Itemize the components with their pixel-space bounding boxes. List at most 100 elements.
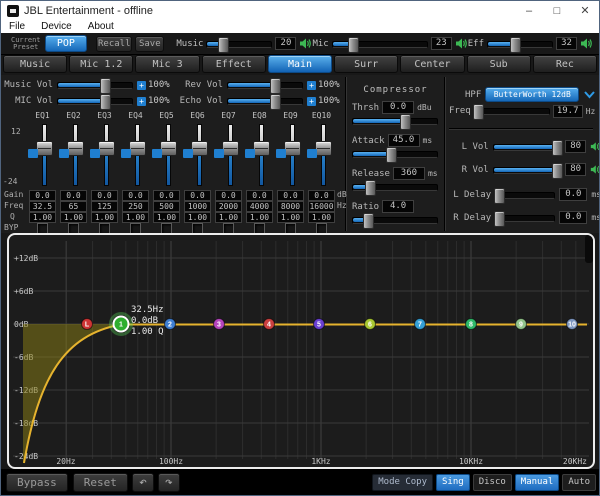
save-button[interactable]: Save (135, 36, 164, 52)
minimize-button[interactable]: – (515, 1, 543, 20)
eq-peak-button[interactable] (28, 149, 38, 158)
eq-freq-value[interactable]: 125 (91, 201, 118, 212)
slider-handle[interactable] (348, 37, 359, 53)
param-value[interactable]: 0.0 (382, 101, 414, 114)
eq-peak-button[interactable] (152, 149, 162, 158)
eq-peak-button[interactable] (121, 149, 131, 158)
output-delay-slider[interactable] (495, 211, 555, 225)
eq-peak-button[interactable] (245, 149, 255, 158)
menu-item[interactable]: File (1, 21, 33, 32)
menu-item[interactable]: About (80, 21, 122, 32)
mode-button[interactable]: Mode Copy (372, 474, 433, 491)
eq-point-7[interactable]: 7 (415, 319, 426, 330)
eq-q-value[interactable]: 1.00 (29, 212, 56, 223)
param-slider[interactable] (352, 213, 438, 227)
slider-handle[interactable] (270, 94, 281, 110)
eq-band-slider-handle[interactable] (222, 141, 239, 156)
eq-freq-value[interactable]: 8000 (277, 201, 304, 212)
eq-band-slider-handle[interactable] (253, 141, 270, 156)
volume-slider[interactable] (57, 94, 133, 108)
eq-band-slider-handle[interactable] (36, 141, 53, 156)
eq-band-slider-handle[interactable] (191, 141, 208, 156)
eq-point-3[interactable]: 3 (214, 319, 225, 330)
undo-icon[interactable]: ↶ (132, 473, 154, 492)
param-value[interactable]: 360 (393, 167, 425, 180)
eq-q-value[interactable]: 1.00 (184, 212, 211, 223)
tab[interactable]: Mic 1.2 (69, 55, 133, 73)
eq-point-2[interactable]: 2 (165, 319, 176, 330)
eq-peak-button[interactable] (183, 149, 193, 158)
slider-handle[interactable] (363, 213, 374, 229)
eq-q-value[interactable]: 1.00 (153, 212, 180, 223)
plus-icon[interactable] (307, 81, 316, 90)
chevron-down-icon[interactable] (584, 91, 595, 99)
eq-freq-value[interactable]: 2000 (215, 201, 242, 212)
slider-handle[interactable] (473, 104, 484, 120)
eq-point-8[interactable]: 8 (466, 319, 477, 330)
tab[interactable]: Surr (334, 55, 398, 73)
speaker-icon[interactable] (455, 38, 468, 49)
speaker-icon[interactable] (580, 38, 593, 49)
eq-gain-value[interactable]: 0.0 (215, 190, 242, 201)
eq-gain-value[interactable]: 0.0 (153, 190, 180, 201)
slider-handle[interactable] (100, 94, 111, 110)
menu-item[interactable]: Device (33, 21, 80, 32)
slider-handle[interactable] (552, 140, 563, 156)
master-slider[interactable] (332, 37, 428, 51)
recall-button[interactable]: Recall (96, 36, 132, 52)
eq-q-value[interactable]: 1.00 (91, 212, 118, 223)
eq-point-10[interactable]: 10 (567, 319, 578, 330)
hpf-freq-value[interactable]: 19.7 (553, 105, 583, 118)
eq-peak-button[interactable] (214, 149, 224, 158)
param-value[interactable]: 4.0 (382, 200, 414, 213)
mode-button[interactable]: Disco (473, 474, 512, 491)
param-slider[interactable] (352, 147, 438, 161)
maximize-button[interactable]: □ (543, 1, 571, 20)
slider-handle[interactable] (270, 78, 281, 94)
volume-slider[interactable] (57, 78, 133, 92)
tab[interactable]: Effect (202, 55, 266, 73)
output-delay-value[interactable]: 0.0 (559, 211, 587, 224)
slider-handle[interactable] (100, 78, 111, 94)
close-button[interactable]: ✕ (571, 1, 599, 20)
eq-gain-value[interactable]: 0.0 (308, 190, 335, 201)
slider-handle[interactable] (218, 37, 229, 53)
eq-freq-value[interactable]: 500 (153, 201, 180, 212)
param-value[interactable]: 45.0 (388, 134, 420, 147)
eq-band-slider-handle[interactable] (160, 141, 177, 156)
hpf-freq-slider[interactable] (474, 104, 550, 118)
eq-point-9[interactable]: 9 (516, 319, 527, 330)
slider-handle[interactable] (494, 211, 505, 227)
tab[interactable]: Sub (467, 55, 531, 73)
redo-icon[interactable]: ↷ (158, 473, 180, 492)
eq-band-slider-handle[interactable] (129, 141, 146, 156)
slider-handle[interactable] (510, 37, 521, 53)
eq-response-graph[interactable]: +12dB+6dB0dB-6dB-12dB-18dB-24dB20Hz100Hz… (7, 233, 595, 469)
param-slider[interactable] (352, 180, 438, 194)
mode-button[interactable]: Auto (562, 474, 596, 491)
output-delay-slider[interactable] (495, 188, 555, 202)
eq-freq-value[interactable]: 65 (60, 201, 87, 212)
eq-q-value[interactable]: 1.00 (215, 212, 242, 223)
graph-scrollbar-thumb[interactable] (585, 235, 593, 263)
eq-q-value[interactable]: 1.00 (60, 212, 87, 223)
eq-band-slider-handle[interactable] (315, 141, 332, 156)
eq-peak-button[interactable] (276, 149, 286, 158)
plus-icon[interactable] (137, 81, 146, 90)
eq-band-slider-handle[interactable] (67, 141, 84, 156)
eq-point-4[interactable]: 4 (264, 319, 275, 330)
hpf-filter-dropdown[interactable]: ButterWorth 12dB (485, 87, 579, 102)
eq-peak-button[interactable] (90, 149, 100, 158)
tab[interactable]: Main (268, 55, 332, 73)
master-slider[interactable] (487, 37, 553, 51)
eq-q-value[interactable]: 1.00 (277, 212, 304, 223)
bypass-button[interactable]: Bypass (6, 473, 68, 492)
eq-band-slider-handle[interactable] (98, 141, 115, 156)
eq-q-value[interactable]: 1.00 (308, 212, 335, 223)
eq-gain-value[interactable]: 0.0 (91, 190, 118, 201)
speaker-icon[interactable] (590, 164, 600, 175)
output-volume-slider[interactable] (493, 140, 561, 154)
eq-gain-value[interactable]: 0.0 (246, 190, 273, 201)
eq-gain-value[interactable]: 0.0 (122, 190, 149, 201)
param-slider[interactable] (352, 114, 438, 128)
